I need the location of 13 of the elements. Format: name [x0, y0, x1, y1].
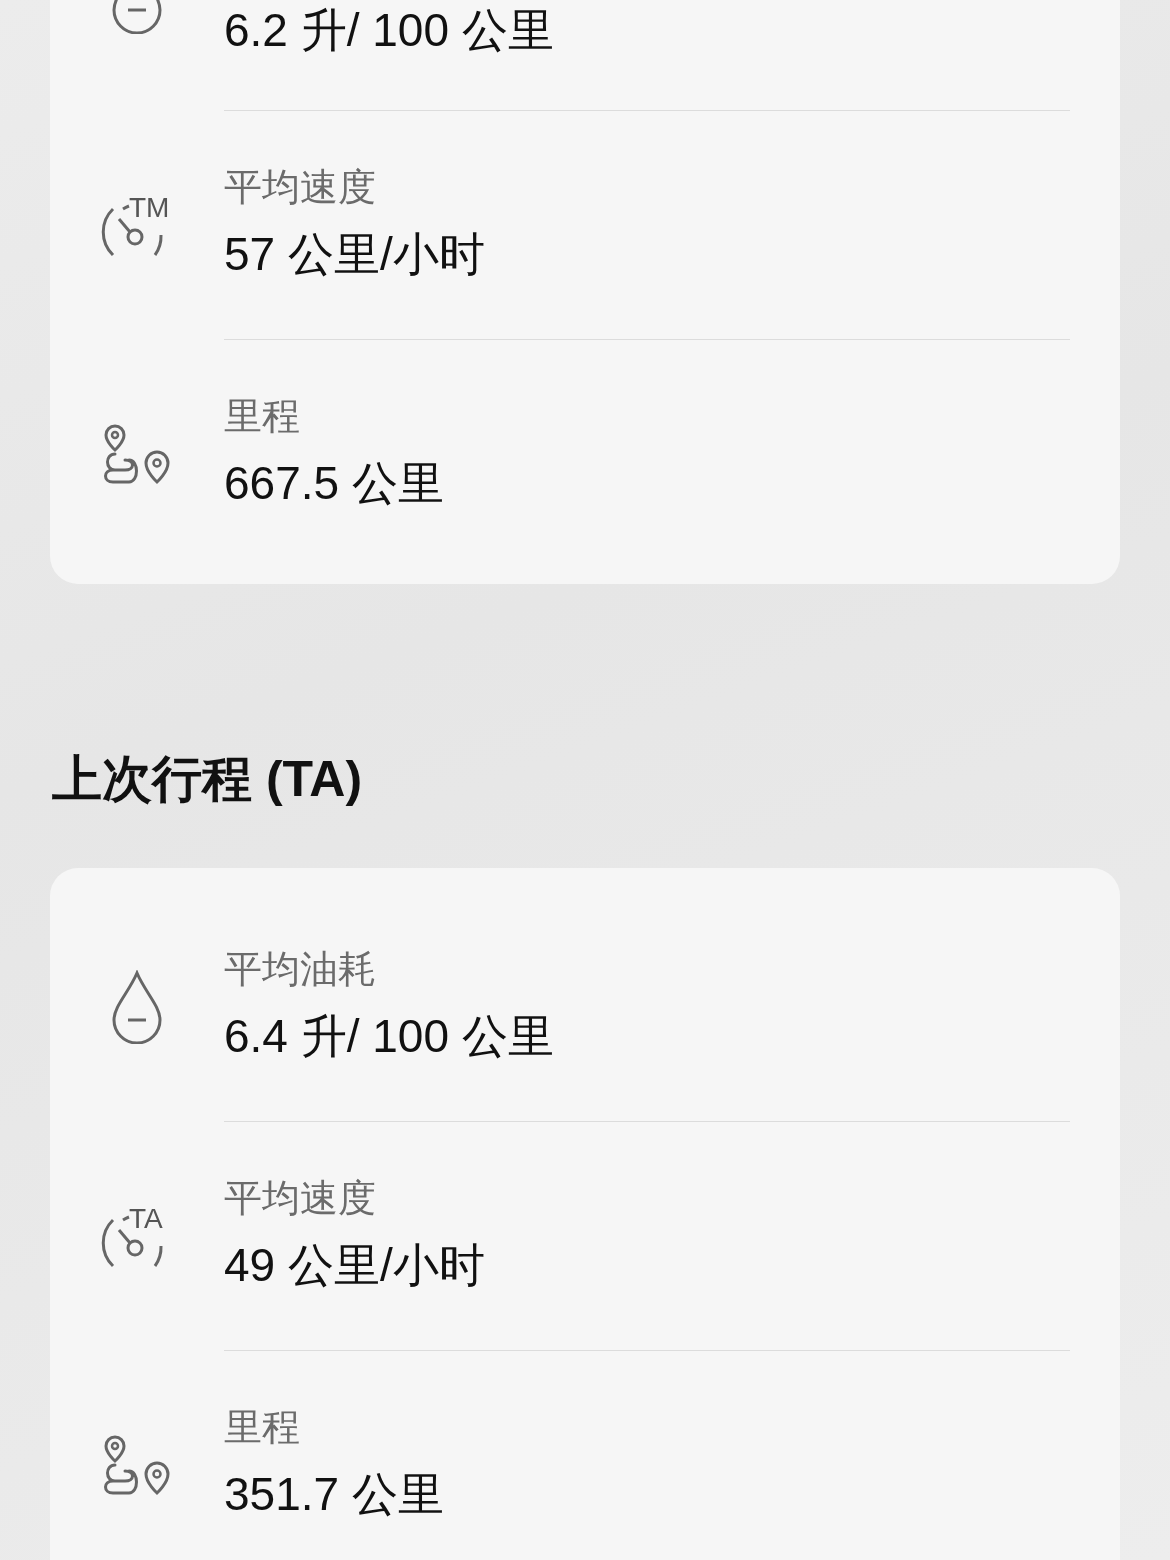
stat-label: 平均速度 [224, 1178, 377, 1218]
drop-icon [111, 970, 163, 1044]
stat-value: 6.2 升/ 100 公里 [224, 5, 555, 55]
stat-value: 6.4 升/ 100 公里 [224, 1011, 555, 1061]
stat-label: 平均速度 [224, 167, 377, 207]
stat-label: 里程 [224, 1407, 301, 1447]
stat-value: 667.5 公里 [224, 458, 445, 508]
stat-value: 57 公里/小时 [224, 229, 486, 279]
stat-value: 49 公里/小时 [224, 1240, 486, 1290]
stat-label: 里程 [224, 396, 301, 436]
stat-label: 平均油耗 [224, 949, 377, 989]
stat-value: 351.7 公里 [224, 1469, 445, 1519]
section-heading: 上次行程 (TA) [52, 750, 364, 809]
